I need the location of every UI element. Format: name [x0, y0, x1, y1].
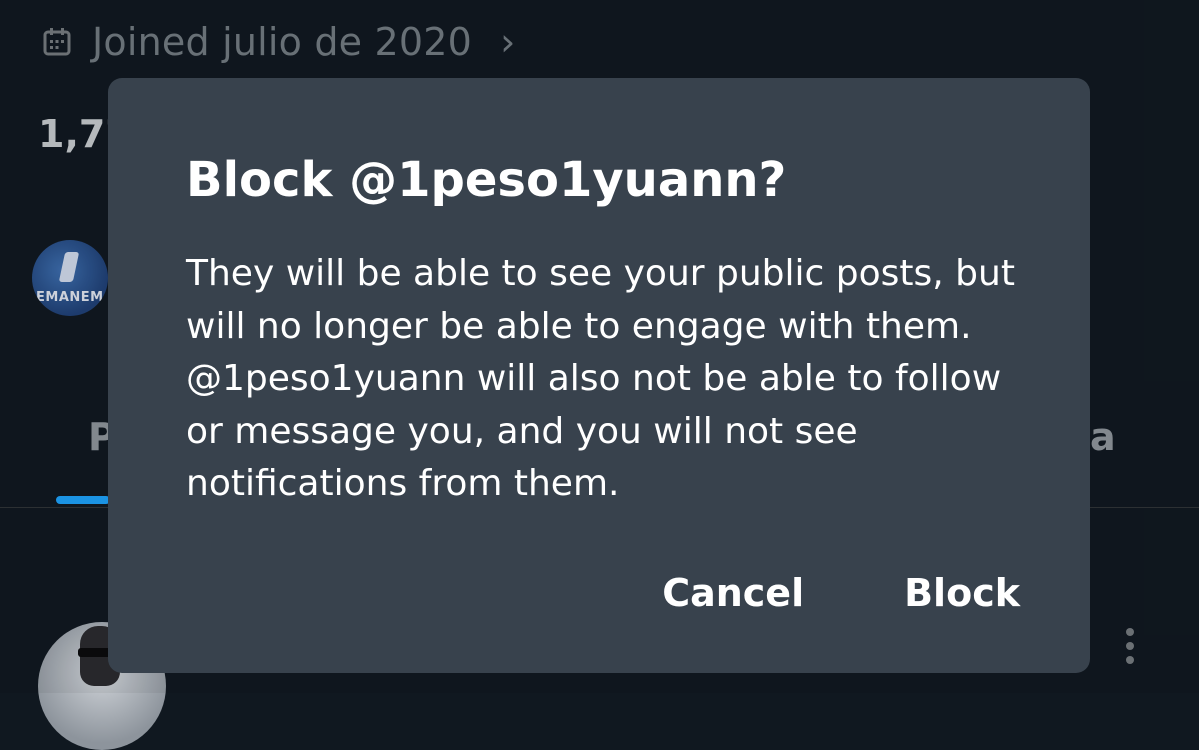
block-button[interactable]: Block: [904, 568, 1020, 618]
dialog-body: They will be able to see your public pos…: [186, 253, 1015, 504]
dialog-title: Block @1peso1yuann?: [186, 152, 787, 208]
block-confirmation-dialog: Block @1peso1yuann? They will be able to…: [108, 78, 1090, 673]
cancel-button[interactable]: Cancel: [662, 568, 804, 618]
dialog-actions: Cancel Block: [662, 568, 1020, 618]
